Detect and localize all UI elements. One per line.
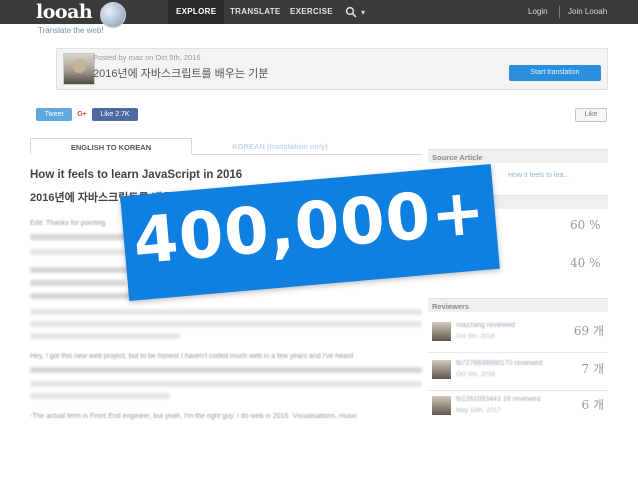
article-text-line — [30, 393, 170, 399]
author-avatar[interactable] — [63, 53, 95, 85]
article-paragraph: Hey, I got this new web project, but to … — [30, 353, 354, 360]
tweet-button[interactable]: Tweet — [36, 108, 72, 121]
stat-banner: 400,000+ — [120, 163, 500, 302]
percentage-value: 40 % — [570, 256, 601, 270]
search-icon[interactable] — [345, 6, 357, 18]
reviewer-item[interactable]: fb7278838680170 reviewed Oct 5th, 2016 7… — [432, 360, 608, 384]
chevron-down-icon[interactable]: ▾ — [361, 8, 365, 17]
nav-translate[interactable]: TRANSLATE — [230, 7, 281, 16]
article-text-line — [30, 381, 422, 387]
google-plus-button[interactable]: G+ — [76, 108, 88, 121]
top-navbar: looah EXPLORE TRANSLATE EXERCISE ▾ Login… — [0, 0, 638, 28]
article-text-line — [30, 293, 138, 299]
avatar — [432, 396, 451, 415]
article-text-line — [30, 249, 130, 255]
reviewers-header: Reviewers — [428, 298, 608, 312]
post-title: 2016년에 자바스크립트를 배우는 기분 — [93, 68, 269, 80]
review-count: 7 개 — [581, 362, 605, 376]
article-text-line — [30, 321, 422, 327]
nav-exercise[interactable]: EXERCISE — [290, 7, 333, 16]
reviewer-item[interactable]: fb1261093443 18 reviewed May 18th, 2017 … — [432, 396, 608, 420]
review-count: 6 개 — [581, 398, 605, 412]
review-date: May 18th, 2017 — [456, 407, 501, 414]
review-date: Oct 5th, 2016 — [456, 371, 496, 378]
start-translation-button[interactable]: Start translation — [509, 65, 601, 81]
reviewer-item[interactable]: roazzang reviewed Oct 5th, 2016 69 개 — [432, 322, 608, 346]
globe-icon — [100, 2, 126, 28]
article-text-line — [30, 367, 422, 373]
article-title-english: How it feels to learn JavaScript in 2016 — [30, 169, 243, 181]
tab-korean-only[interactable]: KOREAN (translation only) — [200, 138, 360, 155]
percentage-value: 60 % — [570, 218, 601, 232]
reviewer-name[interactable]: fb1261093443 18 reviewed — [456, 396, 540, 403]
tab-english-to-korean[interactable]: ENGLISH TO KOREAN — [30, 138, 192, 155]
post-header-card: Posted by roaz on Oct 5th, 2016 2016년에 자… — [56, 48, 608, 90]
avatar — [432, 360, 451, 379]
reviewer-divider — [428, 352, 608, 353]
article-text-line — [30, 280, 126, 286]
article-paragraph: -The actual term is Front End engineer, … — [30, 413, 358, 420]
article-text-line — [30, 267, 128, 273]
source-article-header: Source Article — [428, 149, 608, 163]
nav-explore[interactable]: EXPLORE — [168, 0, 225, 24]
reviewer-name[interactable]: roazzang reviewed — [456, 322, 515, 329]
facebook-like-button[interactable]: Like 2.7K — [92, 108, 138, 121]
nav-divider — [559, 6, 560, 18]
avatar — [432, 322, 451, 341]
tagline: Translate the web! — [38, 26, 104, 35]
article-text-line — [30, 333, 180, 339]
join-link[interactable]: Join Looah — [568, 7, 607, 16]
review-count: 69 개 — [573, 324, 604, 338]
source-article-link[interactable]: How it feels to lea... — [508, 172, 569, 179]
like-button[interactable]: Like — [575, 108, 607, 122]
review-date: Oct 5th, 2016 — [456, 333, 496, 340]
login-link[interactable]: Login — [528, 7, 548, 16]
reviewer-name[interactable]: fb7278838680170 reviewed — [456, 360, 542, 367]
article-text-line — [30, 309, 422, 315]
looah-logo[interactable]: looah — [36, 1, 93, 23]
edit-note: Edit: Thanks for pointing — [30, 220, 106, 227]
reviewer-divider — [428, 390, 608, 391]
posted-by-text: Posted by roaz on Oct 5th, 2016 — [93, 53, 201, 62]
